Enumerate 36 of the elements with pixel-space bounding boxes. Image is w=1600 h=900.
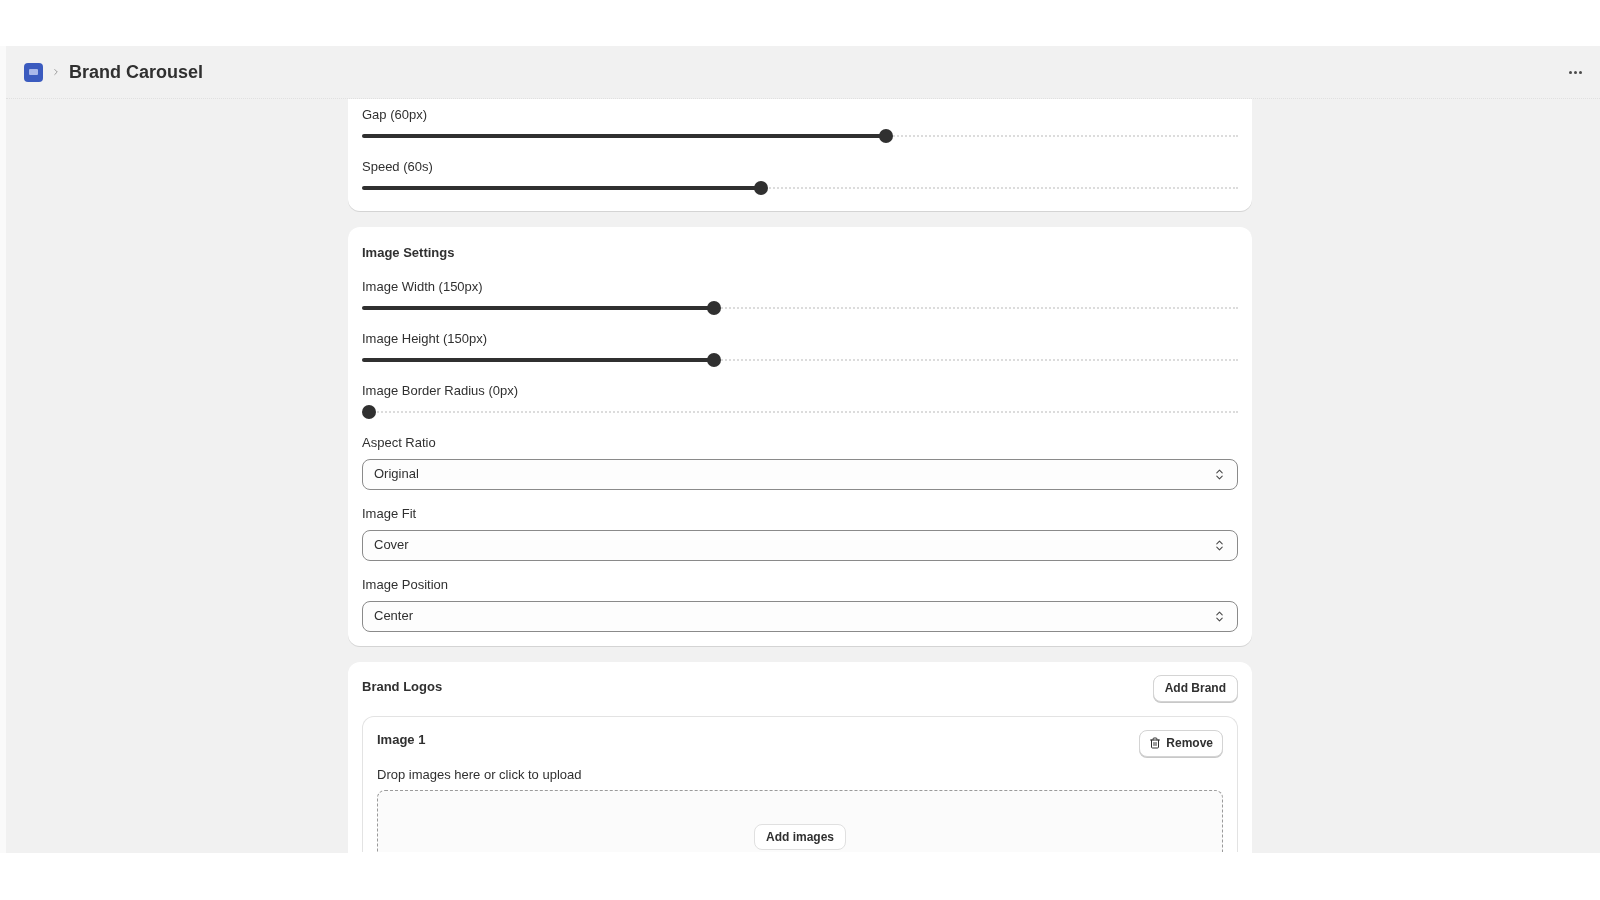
select-field[interactable]: Cover bbox=[362, 529, 1238, 561]
trash-icon bbox=[1149, 737, 1162, 749]
slider-thumb[interactable] bbox=[879, 129, 894, 143]
slider-label: Image Height (150px) bbox=[362, 330, 488, 347]
add-images-button[interactable]: Add images bbox=[754, 824, 846, 850]
slider-label: Gap (60px) bbox=[362, 107, 429, 123]
slider-track[interactable] bbox=[362, 129, 1238, 143]
slider-track[interactable] bbox=[362, 300, 1238, 315]
section-title: Brand Logos bbox=[362, 677, 443, 696]
slider-label: Image Width (150px) bbox=[362, 278, 484, 295]
slider-track[interactable] bbox=[362, 352, 1238, 367]
drop-label: Drop images here or click to upload bbox=[377, 765, 583, 784]
slider-label: Speed (60s) bbox=[362, 159, 434, 175]
slider-track[interactable] bbox=[362, 181, 1238, 195]
slider-track[interactable] bbox=[362, 404, 1238, 419]
slider-thumb[interactable] bbox=[706, 352, 721, 367]
app-logo-icon bbox=[24, 62, 43, 82]
select-label: Image Position bbox=[362, 576, 449, 593]
select-field[interactable]: Center bbox=[362, 600, 1238, 632]
select-field[interactable]: Original bbox=[362, 458, 1238, 490]
slider-label: Image Border Radius (0px) bbox=[362, 382, 520, 399]
remove-button[interactable]: Remove bbox=[1139, 729, 1223, 757]
slider-thumb[interactable] bbox=[754, 181, 769, 195]
chevron-up-down-icon bbox=[1213, 538, 1226, 552]
add-brand-button[interactable]: Add Brand bbox=[1152, 674, 1238, 702]
select-label: Image Fit bbox=[362, 505, 418, 522]
slider-thumb[interactable] bbox=[362, 404, 376, 419]
section-title: Image Settings bbox=[362, 244, 456, 262]
drop-zone[interactable]: Add images bbox=[377, 790, 1223, 852]
page-title: Brand Carousel bbox=[69, 60, 204, 84]
chevron-up-down-icon bbox=[1213, 467, 1226, 481]
image-item-title: Image 1 bbox=[377, 730, 426, 749]
slider-thumb[interactable] bbox=[706, 300, 721, 315]
select-label: Aspect Ratio bbox=[362, 434, 437, 451]
chevron-up-down-icon bbox=[1213, 609, 1226, 623]
breadcrumb-chevron-icon bbox=[51, 67, 61, 77]
